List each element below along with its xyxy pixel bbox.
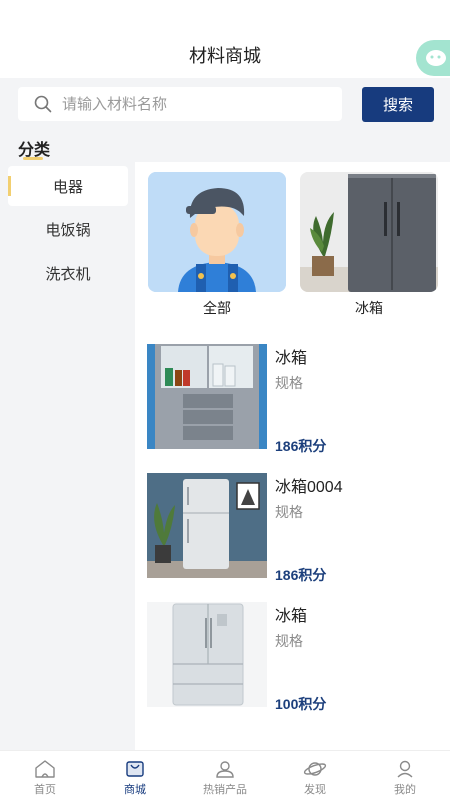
bottom-tab-bar: 首页 商城 热销产品 发现 我的	[0, 750, 450, 800]
category-label-all: 全部	[203, 300, 231, 316]
tab-home[interactable]: 首页	[0, 751, 90, 800]
fridge-image-icon	[147, 602, 267, 707]
heading-underline	[23, 157, 43, 160]
product-card[interactable]: 冰箱 规格 100积分	[147, 602, 447, 712]
product-name: 冰箱0004	[275, 479, 343, 496]
planet-icon	[303, 762, 327, 776]
tab-mine[interactable]: 我的	[360, 751, 450, 800]
product-price: 100积分	[275, 696, 327, 712]
search-box[interactable]	[18, 87, 342, 121]
sidebar-item-rice-cooker[interactable]: 电饭锅	[8, 209, 128, 249]
tab-discover[interactable]: 发现	[270, 751, 360, 800]
chat-float-button[interactable]	[416, 40, 450, 76]
profile-icon	[397, 760, 413, 778]
chat-icon	[426, 50, 446, 66]
tab-label: 首页	[34, 784, 56, 796]
product-image	[147, 602, 267, 707]
tab-hot-products[interactable]: 热销产品	[180, 751, 270, 800]
page-title: 材料商城	[189, 46, 261, 66]
product-card[interactable]: 冰箱 规格 186积分	[147, 344, 447, 454]
worker-avatar-icon	[148, 172, 286, 292]
category-tile-all[interactable]	[148, 172, 286, 292]
sidebar-item-appliances[interactable]: 电器	[8, 166, 128, 206]
fridge-image-icon	[147, 473, 267, 578]
product-content: 全部 冰箱 冰箱 规格 186积分 冰箱0004 规格 186积分 冰箱 规格 …	[135, 162, 450, 750]
top-bar: 材料商城	[0, 0, 450, 78]
product-spec: 规格	[275, 504, 303, 520]
shop-icon	[126, 761, 144, 777]
product-spec: 规格	[275, 633, 303, 649]
tab-label: 热销产品	[203, 784, 247, 796]
product-card[interactable]: 冰箱0004 规格 186积分	[147, 473, 447, 583]
user-icon	[216, 761, 234, 778]
tab-label: 我的	[394, 784, 416, 796]
category-label-fridge: 冰箱	[355, 300, 383, 316]
category-header: 分类	[0, 130, 450, 162]
fridge-photo-icon	[300, 172, 438, 292]
product-image	[147, 344, 267, 449]
product-name: 冰箱	[275, 350, 308, 367]
product-price: 186积分	[275, 567, 327, 583]
home-icon	[35, 760, 55, 778]
search-bar: 搜索	[0, 78, 450, 130]
fridge-image-icon	[147, 344, 267, 449]
product-name: 冰箱	[275, 608, 308, 625]
product-price: 186积分	[275, 438, 327, 454]
tab-label: 商城	[124, 784, 146, 796]
search-input[interactable]	[62, 95, 312, 113]
tab-shop[interactable]: 商城	[90, 751, 180, 800]
category-tile-fridge[interactable]	[300, 172, 438, 292]
sidebar-item-washing-machine[interactable]: 洗衣机	[8, 253, 128, 293]
search-button[interactable]: 搜索	[362, 87, 434, 122]
product-spec: 规格	[275, 375, 303, 391]
product-image	[147, 473, 267, 578]
search-icon	[34, 95, 52, 113]
category-sidebar: 电器 电饭锅 洗衣机	[0, 162, 135, 750]
tab-label: 发现	[304, 784, 326, 796]
